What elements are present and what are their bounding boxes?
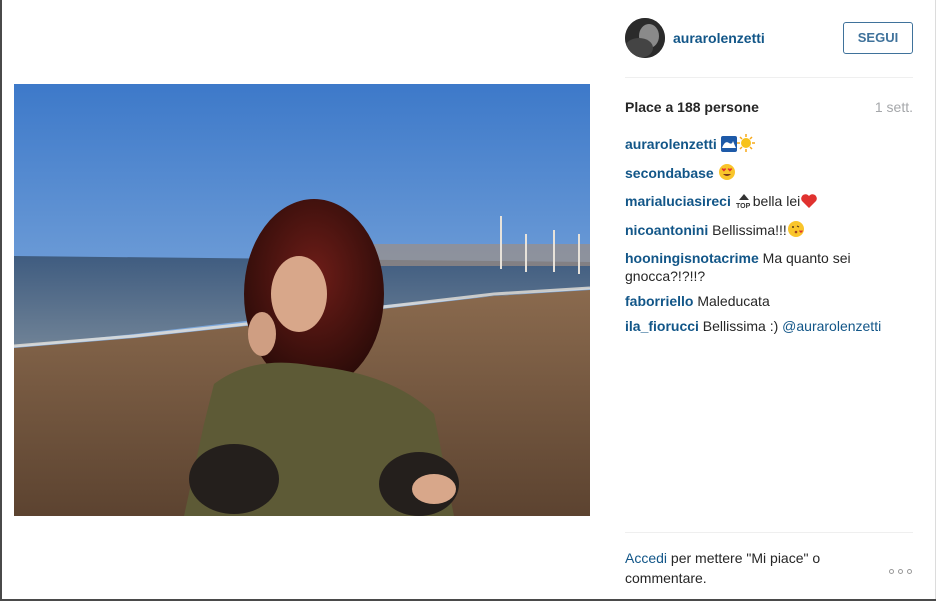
comment-text: Bellissima!!! <box>708 222 787 238</box>
comment-text: Maleducata <box>693 293 770 309</box>
comment-item: aurarolenzetti <box>625 134 915 156</box>
login-prompt: Accedi per mettere "Mi piace" o commenta… <box>625 548 855 588</box>
comment-item: faborriello Maleducata <box>625 292 915 310</box>
post-username[interactable]: aurarolenzetti <box>673 30 765 46</box>
comment-text: bella lei <box>752 193 801 209</box>
kiss-face-emoji-icon <box>787 220 805 242</box>
follow-button[interactable]: SEGUI <box>843 22 913 54</box>
comment-username[interactable]: marialuciasireci <box>625 193 731 209</box>
post-photo[interactable] <box>14 84 590 516</box>
comment-item: marialuciasireci TOP bella lei <box>625 192 915 213</box>
comment-item: nicoantonini Bellissima!!! <box>625 220 915 242</box>
comment-username[interactable]: nicoantonini <box>625 222 708 238</box>
footer-divider <box>625 532 913 533</box>
comment-username[interactable]: ila_fiorucci <box>625 318 699 334</box>
sun-emoji-icon <box>736 134 755 156</box>
comment-item: ila_fiorucci Bellissima :) @aurarolenzet… <box>625 317 915 335</box>
window-left-edge <box>0 0 2 601</box>
comment-text: Bellissima :) <box>698 318 783 334</box>
avatar-image <box>625 18 665 58</box>
comment-username[interactable]: aurarolenzetti <box>625 136 717 152</box>
red-heart-emoji-icon <box>800 193 818 213</box>
comment-username[interactable]: faborriello <box>625 293 693 309</box>
login-link[interactable]: Accedi <box>625 550 667 566</box>
likes-count[interactable]: Place a 188 persone <box>625 99 759 115</box>
top-emoji-icon: TOP <box>735 193 753 213</box>
post-time[interactable]: 1 sett. <box>875 99 913 115</box>
comment-item: hooningisnotacrime Ma quanto sei gnocca?… <box>625 249 915 285</box>
header-divider <box>625 77 913 78</box>
comment-username[interactable]: secondabase <box>625 165 714 181</box>
beach-portrait-image <box>14 84 590 516</box>
post-header: aurarolenzetti SEGUI <box>625 18 913 58</box>
ellipsis-icon[interactable] <box>889 568 913 576</box>
svg-text:TOP: TOP <box>736 203 751 209</box>
comment-item: secondabase <box>625 163 915 185</box>
comment-mention[interactable]: @aurarolenzetti <box>782 318 881 334</box>
wave-emoji-icon <box>720 136 737 156</box>
avatar[interactable] <box>625 18 665 58</box>
comment-username[interactable]: hooningisnotacrime <box>625 250 759 266</box>
heart-eyes-emoji-icon <box>718 163 736 185</box>
comments-list: aurarolenzetti secondabase marialuciasir… <box>625 134 915 342</box>
